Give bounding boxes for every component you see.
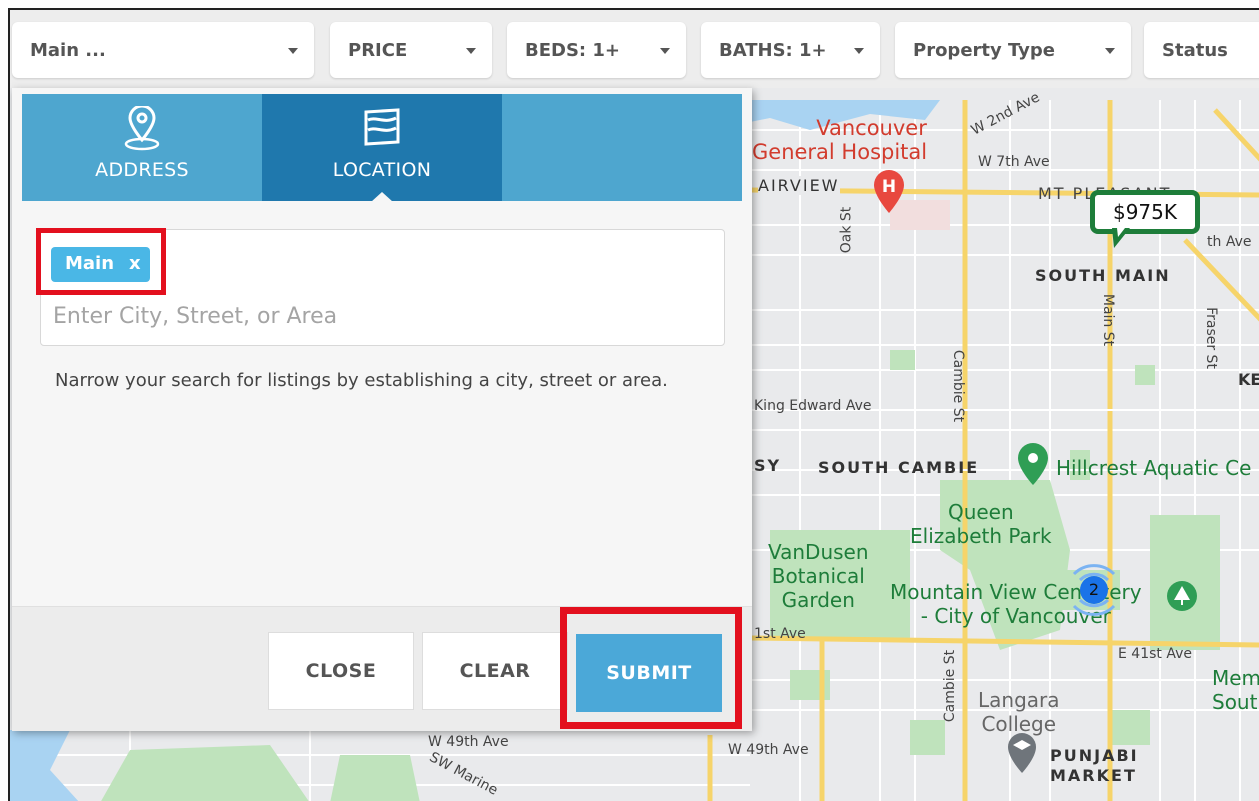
map-label-fraser-st: Fraser St xyxy=(1202,307,1219,369)
tab-address[interactable]: ADDRESS xyxy=(22,94,262,201)
chevron-down-icon xyxy=(1105,48,1115,54)
map-label-vgh-line2: General Hospital xyxy=(752,140,928,164)
map-label-mem-line1: Mem xyxy=(1212,666,1259,690)
map-label-queen-line1: Queen xyxy=(947,500,1014,524)
hillcrest-pin-icon[interactable] xyxy=(1016,442,1050,486)
map-label-vgh-line1: Vancouver xyxy=(816,116,927,140)
price-pin[interactable]: $975K xyxy=(1090,190,1208,248)
price-pin-label: $975K xyxy=(1112,200,1177,224)
map-fold-icon xyxy=(364,108,400,146)
map-label-vgh: Vancouver General Hospital xyxy=(752,116,927,164)
map-label-vandusen-line2: Botanical xyxy=(771,564,865,588)
map-label-hillcrest: Hillcrest Aquatic Ce xyxy=(1056,456,1252,480)
map-label-1st-ave: 1st Ave xyxy=(754,626,806,642)
location-filter-dropdown[interactable]: Main ... xyxy=(12,22,314,78)
map-label-oak-st: Oak St xyxy=(838,206,855,254)
price-filter-label: PRICE xyxy=(348,39,408,61)
map-label-langara: Langara College xyxy=(978,688,1060,736)
price-pin-tail xyxy=(1112,228,1130,248)
map-label-punjabi-line2: MARKET xyxy=(1050,766,1137,785)
map-label-punjabi-market: PUNJABI MARKET xyxy=(1050,746,1139,786)
map-label-fairview: AIRVIEW xyxy=(758,176,840,195)
map-label-vandusen-line3: Garden xyxy=(781,588,855,612)
map-label-queen-line2: Elizabeth Park xyxy=(910,524,1052,548)
map-label-w49th-right: W 49th Ave xyxy=(728,742,809,758)
tab-address-label: ADDRESS xyxy=(95,159,189,181)
map-label-south-main: SOUTH MAIN xyxy=(1035,266,1171,285)
location-search-input[interactable] xyxy=(53,300,693,332)
map-label-vandusen-line1: VanDusen xyxy=(768,540,869,564)
search-mode-tabs: ADDRESS LOCATION xyxy=(22,94,742,202)
submit-button[interactable]: SUBMIT xyxy=(576,634,722,712)
map-label-queen-elizabeth: Queen Elizabeth Park xyxy=(910,500,1052,548)
location-search-panel: ADDRESS LOCATION Main x Narrow your sear… xyxy=(12,88,752,731)
status-filter-label: Status xyxy=(1162,39,1228,61)
app-frame: Vancouver General Hospital AIRVIEW W 2nd… xyxy=(8,8,1259,801)
map-label-punjabi-line1: PUNJABI xyxy=(1050,746,1139,765)
property-type-filter-dropdown[interactable]: Property Type xyxy=(895,22,1131,78)
map-label-main-st: Main St xyxy=(1100,293,1117,347)
map-label-mem: Mem South xyxy=(1212,666,1259,714)
map-label-vandusen: VanDusen Botanical Garden xyxy=(768,540,869,612)
location-chip: Main x xyxy=(51,247,150,282)
cemetery-tree-icon xyxy=(1167,581,1197,611)
chevron-down-icon xyxy=(660,48,670,54)
map-label-w7th: W 7th Ave xyxy=(978,154,1050,170)
cluster-count: 2 xyxy=(1088,580,1100,599)
clear-button[interactable]: CLEAR xyxy=(422,632,568,710)
map-label-ke: KE xyxy=(1238,370,1259,389)
map-label-w49th-left: W 49th Ave xyxy=(428,734,509,750)
close-button[interactable]: CLOSE xyxy=(268,632,414,710)
status-filter-dropdown[interactable]: Status xyxy=(1144,22,1259,78)
map-pin-icon xyxy=(124,106,160,151)
beds-filter-dropdown[interactable]: BEDS: 1+ xyxy=(507,22,686,78)
map-label-cambie-st-2: Cambie St xyxy=(942,649,959,723)
map-label-langara-line1: Langara xyxy=(978,688,1060,712)
tab-location-label: LOCATION xyxy=(332,159,432,181)
location-chip-label: Main xyxy=(65,253,115,274)
location-filter-label: Main ... xyxy=(30,39,106,61)
baths-filter-dropdown[interactable]: BATHS: 1+ xyxy=(701,22,880,78)
filter-bar: Main ... PRICE BEDS: 1+ BATHS: 1+ Proper… xyxy=(10,10,1259,88)
chevron-down-icon xyxy=(466,48,476,54)
beds-filter-label: BEDS: 1+ xyxy=(525,39,620,61)
map-label-th-ave: th Ave xyxy=(1207,234,1252,250)
tab-location[interactable]: LOCATION xyxy=(262,94,502,202)
svg-text:H: H xyxy=(882,177,896,197)
chevron-down-icon xyxy=(854,48,864,54)
map-label-south-cambie: SOUTH CAMBIE xyxy=(818,458,980,477)
baths-filter-label: BATHS: 1+ xyxy=(719,39,827,61)
chevron-down-icon xyxy=(288,48,298,54)
price-filter-dropdown[interactable]: PRICE xyxy=(330,22,492,78)
property-type-filter-label: Property Type xyxy=(913,39,1055,61)
college-cap-icon xyxy=(1008,733,1036,773)
hospital-icon: H xyxy=(874,170,904,213)
active-tab-indicator xyxy=(371,192,393,202)
map-label-e41st: E 41st Ave xyxy=(1118,646,1192,662)
help-text: Narrow your search for listings by estab… xyxy=(55,370,668,391)
location-chip-remove-button[interactable]: x xyxy=(129,253,141,274)
map-label-cambie-st: Cambie St xyxy=(950,349,967,423)
map-label-king-edward: King Edward Ave xyxy=(754,398,872,414)
location-input-box[interactable]: Main x xyxy=(36,228,725,346)
map-label-mem-line2: South xyxy=(1212,690,1259,714)
map-label-sy: SY xyxy=(754,456,782,475)
